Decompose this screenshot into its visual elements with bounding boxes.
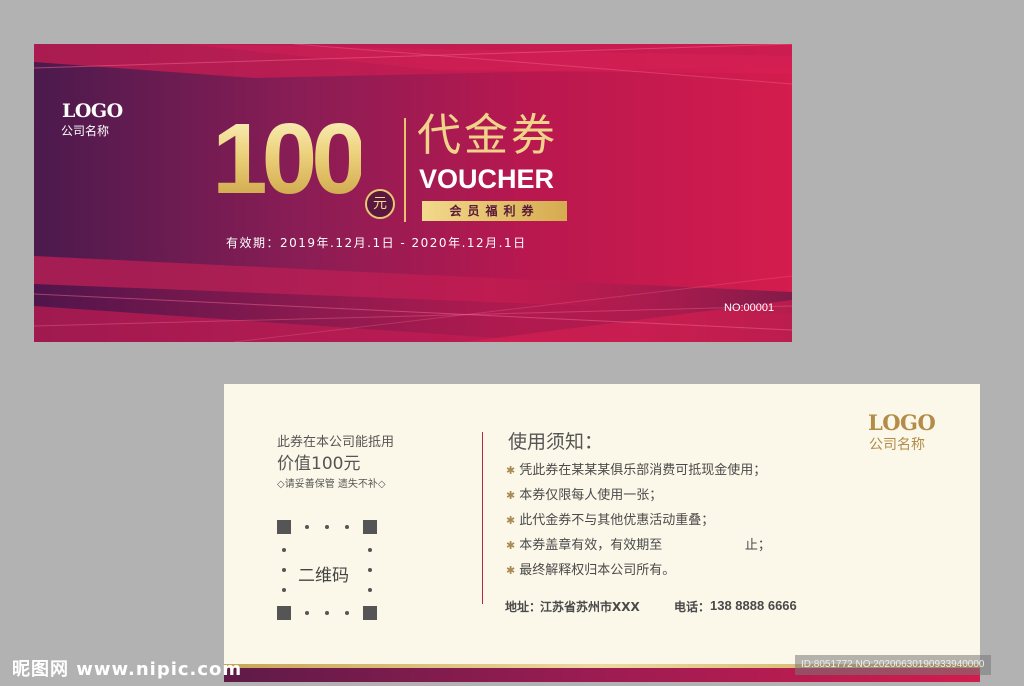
red-divider: [482, 432, 483, 604]
diagonal-stripes-decoration: [34, 44, 792, 342]
qr-label: 二维码: [298, 566, 349, 586]
site-watermark: 昵图网 www.nipic.com: [12, 659, 243, 680]
asterisk-icon: ✱: [506, 464, 516, 477]
address-value: 江苏省苏州市XXX: [540, 600, 640, 614]
asterisk-icon: ✱: [506, 514, 516, 527]
asterisk-icon: ✱: [506, 489, 516, 502]
address-label: 地址：: [505, 600, 542, 614]
front-logo: LOGO: [62, 100, 123, 122]
front-company-name: 公司名称: [61, 124, 110, 138]
voucher-amount: 100: [212, 103, 367, 215]
list-item: ✱ 本券盖章有效，有效期至 止；: [506, 538, 771, 553]
back-logo: LOGO: [868, 410, 936, 435]
list-item: ✱ 此代金券不与其他优惠活动重叠；: [506, 513, 715, 528]
notice-list: ✱ 凭此券在某某某俱乐部消费可抵现金使用； ✱ 本券仅限每人使用一张； ✱ 此代金券不…: [506, 458, 771, 583]
image-id-watermark: ID:8051772 NO:20200630190933940000: [795, 655, 991, 675]
voucher-front: LOGO 公司名称 100 元 代金券 VOUCHER 会员福利券 有效期：20…: [34, 44, 792, 342]
list-item: ✱ 凭此券在某某某俱乐部消费可抵现金使用；: [506, 463, 767, 478]
validity-period: 有效期：2019年.12月.1日 - 2020年.12月.1日: [226, 236, 527, 250]
list-item: ✱ 本券仅限每人使用一张；: [506, 488, 663, 503]
voucher-back: LOGO 公司名称 此券在本公司能抵用 价值100元 ◇请妥善保管 遗失不补◇ …: [224, 384, 980, 682]
phone-value: 138 8888 6666: [710, 598, 797, 613]
member-badge: 会员福利券: [422, 201, 567, 221]
gold-divider: [404, 118, 406, 222]
phone-label: 电话：: [674, 600, 711, 614]
back-company-name: 公司名称: [869, 437, 925, 453]
usage-line-2: 价值100元: [277, 454, 361, 474]
voucher-title-cn: 代金券: [417, 110, 558, 161]
notice-title: 使用须知：: [508, 431, 604, 453]
asterisk-icon: ✱: [506, 564, 516, 577]
usage-line-3: ◇请妥善保管 遗失不补◇: [277, 479, 386, 490]
asterisk-icon: ✱: [506, 539, 516, 552]
voucher-title-en: VOUCHER: [419, 164, 555, 194]
usage-line-1: 此券在本公司能抵用: [277, 435, 395, 450]
voucher-number: NO:00001: [724, 302, 775, 314]
currency-badge: 元: [365, 189, 395, 219]
list-item: ✱ 最终解释权归本公司所有。: [506, 563, 676, 578]
